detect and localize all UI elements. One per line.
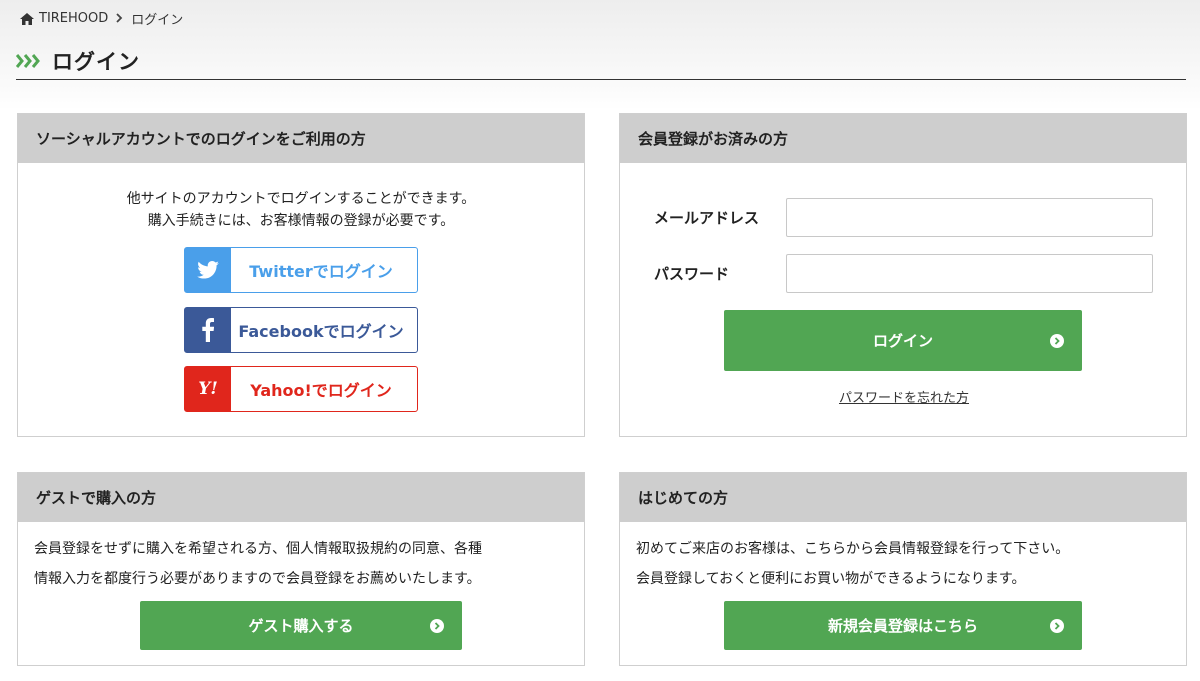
- guest-panel: ゲストで購入の方 会員登録をせずに購入を希望される方、個人情報取扱規約の同意、各…: [17, 472, 585, 666]
- social-login-intro: 他サイトのアカウントでログインすることができます。 購入手続きには、お客様情報の…: [18, 188, 584, 232]
- facebook-login-label: Facebookでログイン: [238, 322, 404, 341]
- first-time-heading: はじめての方: [620, 473, 1186, 522]
- home-icon: [20, 12, 34, 25]
- password-label: パスワード: [654, 265, 730, 283]
- social-login-heading: ソーシャルアカウントでのログインをご利用の方: [18, 114, 584, 163]
- breadcrumb-home-label: TIREHOOD: [39, 11, 109, 26]
- facebook-login-button[interactable]: Facebookでログイン: [184, 307, 418, 353]
- yahoo-login-button[interactable]: Y! Yahoo!でログイン: [184, 366, 418, 412]
- page-title: ログイン: [52, 49, 140, 74]
- guest-purchase-label: ゲスト購入する: [248, 617, 354, 635]
- yahoo-logo-text: Y!: [198, 379, 218, 399]
- first-time-text-line1: 初めてご来店のお客様は、こちらから会員情報登録を行って下さい。: [636, 541, 1070, 557]
- member-login-heading: 会員登録がお済みの方: [620, 114, 1186, 163]
- register-button[interactable]: 新規会員登録はこちら: [724, 601, 1082, 650]
- member-login-panel: 会員登録がお済みの方 メールアドレス パスワード ログイン パスワードを忘れた方: [619, 113, 1187, 437]
- guest-heading: ゲストで購入の方: [18, 473, 584, 522]
- email-label: メールアドレス: [654, 209, 760, 227]
- social-intro-line2: 購入手続きには、お客様情報の登録が必要です。: [147, 213, 455, 229]
- circle-chevron-right-icon: [1050, 618, 1064, 633]
- first-time-description: 初めてご来店のお客様は、こちらから会員情報登録を行って下さい。 会員登録しておく…: [636, 534, 1069, 594]
- page-title-bar: ログイン: [16, 42, 1186, 80]
- login-button[interactable]: ログイン: [724, 310, 1082, 371]
- login-button-label: ログイン: [872, 332, 933, 350]
- guest-text-line1: 会員登録をせずに購入を希望される方、個人情報取扱規約の同意、各種: [34, 541, 482, 557]
- yahoo-login-label: Yahoo!でログイン: [250, 381, 392, 400]
- circle-chevron-right-icon: [430, 618, 444, 633]
- twitter-login-button[interactable]: Twitterでログイン: [184, 247, 418, 293]
- forgot-password-link[interactable]: パスワードを忘れた方: [620, 387, 1188, 406]
- password-field[interactable]: [786, 254, 1153, 293]
- register-button-label: 新規会員登録はこちら: [827, 617, 978, 635]
- first-time-text-line2: 会員登録しておくと便利にお買い物ができるようになります。: [636, 571, 1026, 587]
- chevron-right-icon: [116, 12, 123, 26]
- social-intro-line1: 他サイトのアカウントでログインすることができます。: [126, 191, 476, 207]
- twitter-bird-icon: [185, 248, 231, 292]
- yahoo-logo-icon: Y!: [185, 367, 231, 411]
- guest-description: 会員登録をせずに購入を希望される方、個人情報取扱規約の同意、各種 情報入力を都度…: [34, 534, 482, 594]
- breadcrumb-home-link[interactable]: TIREHOOD: [20, 11, 108, 26]
- breadcrumb: TIREHOOD ログイン: [20, 9, 183, 28]
- twitter-login-label: Twitterでログイン: [249, 262, 393, 281]
- email-field[interactable]: [786, 198, 1153, 237]
- guest-purchase-button[interactable]: ゲスト購入する: [140, 601, 462, 650]
- facebook-f-icon: [185, 308, 231, 352]
- circle-chevron-right-icon: [1050, 333, 1064, 348]
- first-time-panel: はじめての方 初めてご来店のお客様は、こちらから会員情報登録を行って下さい。 会…: [619, 472, 1187, 666]
- guest-text-line2: 情報入力を都度行う必要がありますので会員登録をお薦めいたします。: [34, 571, 481, 587]
- breadcrumb-current: ログイン: [131, 13, 184, 28]
- social-login-panel: ソーシャルアカウントでのログインをご利用の方 他サイトのアカウントでログインする…: [17, 113, 585, 437]
- triple-chevron-icon: [16, 53, 40, 68]
